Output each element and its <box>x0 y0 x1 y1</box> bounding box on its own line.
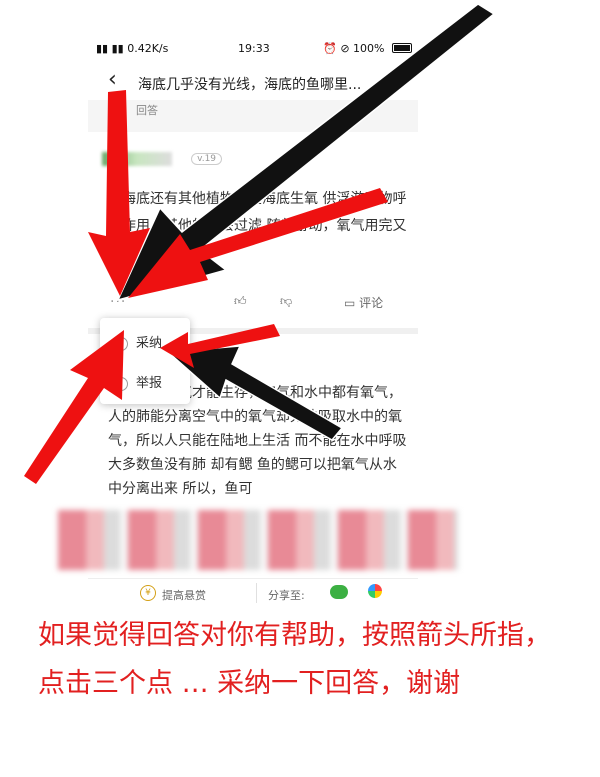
report-button[interactable]: ! 举报 <box>114 372 162 391</box>
phone-screen: ▮▮ ▮▮ 0.42K/s 19:33 ⏰ ⊘ 100% ‹ 海底几乎没有光线，… <box>58 36 458 607</box>
check-circle-icon: ✓ <box>114 336 128 351</box>
user-level-badge: v.19 <box>191 152 223 165</box>
page-title: 海底几乎没有光线，海底的鱼哪里... <box>138 77 362 93</box>
status-right: ⏰ ⊘ 100% <box>323 42 412 55</box>
more-menu-icon[interactable]: ⋮ <box>384 71 396 85</box>
thumbs-up-icon[interactable]: 👍︎ <box>234 294 247 309</box>
comment-button[interactable]: ▭ 评论 <box>344 294 383 311</box>
clock: 19:33 <box>238 42 270 55</box>
vertical-divider <box>256 583 257 603</box>
options-popup: ✓ 采纳 ! 举报 <box>100 318 190 404</box>
more-options-button[interactable]: ··· <box>110 294 126 310</box>
top-nav: ‹ 海底几乎没有光线，海底的鱼哪里... ⋮ <box>88 66 418 100</box>
thumbs-down-icon[interactable]: 👎︎ <box>280 294 292 309</box>
accept-label: 采纳 <box>136 336 163 351</box>
avatar[interactable] <box>102 151 172 166</box>
battery-percent: 100% <box>353 42 385 55</box>
blurred-content <box>58 510 458 570</box>
share-label: 分享至: <box>268 589 305 602</box>
bottom-bar: ¥ 提高悬赏 分享至: <box>88 578 418 607</box>
answer-user: v.19 <box>102 148 223 168</box>
status-bar: ▮▮ ▮▮ 0.42K/s 19:33 ⏰ ⊘ 100% <box>88 36 418 60</box>
moments-icon[interactable] <box>368 584 382 598</box>
section-label: 回答 <box>136 104 158 117</box>
coin-icon: ¥ <box>140 585 156 601</box>
chevron-left-icon[interactable]: ‹ <box>108 69 117 91</box>
answer-text: 为海底还有其他植物会在海底生氧 供浮游动物呼吸作用，其他的鳃会过滤 随着游动，氧… <box>108 191 407 261</box>
battery-icon <box>392 43 412 53</box>
raise-bounty-button[interactable]: 提高悬赏 <box>162 587 206 603</box>
section-header: 回答 <box>88 100 418 132</box>
comment-label: 评论 <box>359 296 384 310</box>
answer-actions: ··· 👍︎ 👎︎ ▭ 评论 <box>88 292 418 316</box>
shield-icon: ! <box>114 376 128 391</box>
report-label: 举报 <box>136 376 163 391</box>
alarm-icon: ⏰ ⊘ <box>323 42 350 55</box>
comment-icon: ▭ <box>344 296 356 310</box>
accept-answer-button[interactable]: ✓ 采纳 <box>114 332 162 351</box>
wechat-icon[interactable] <box>330 585 348 599</box>
network-status: ▮▮ ▮▮ 0.42K/s <box>96 42 169 55</box>
instruction-text: 如果觉得回答对你有帮助，按照箭头所指，点击三个点 … 采纳一下回答，谢谢 <box>38 620 551 699</box>
